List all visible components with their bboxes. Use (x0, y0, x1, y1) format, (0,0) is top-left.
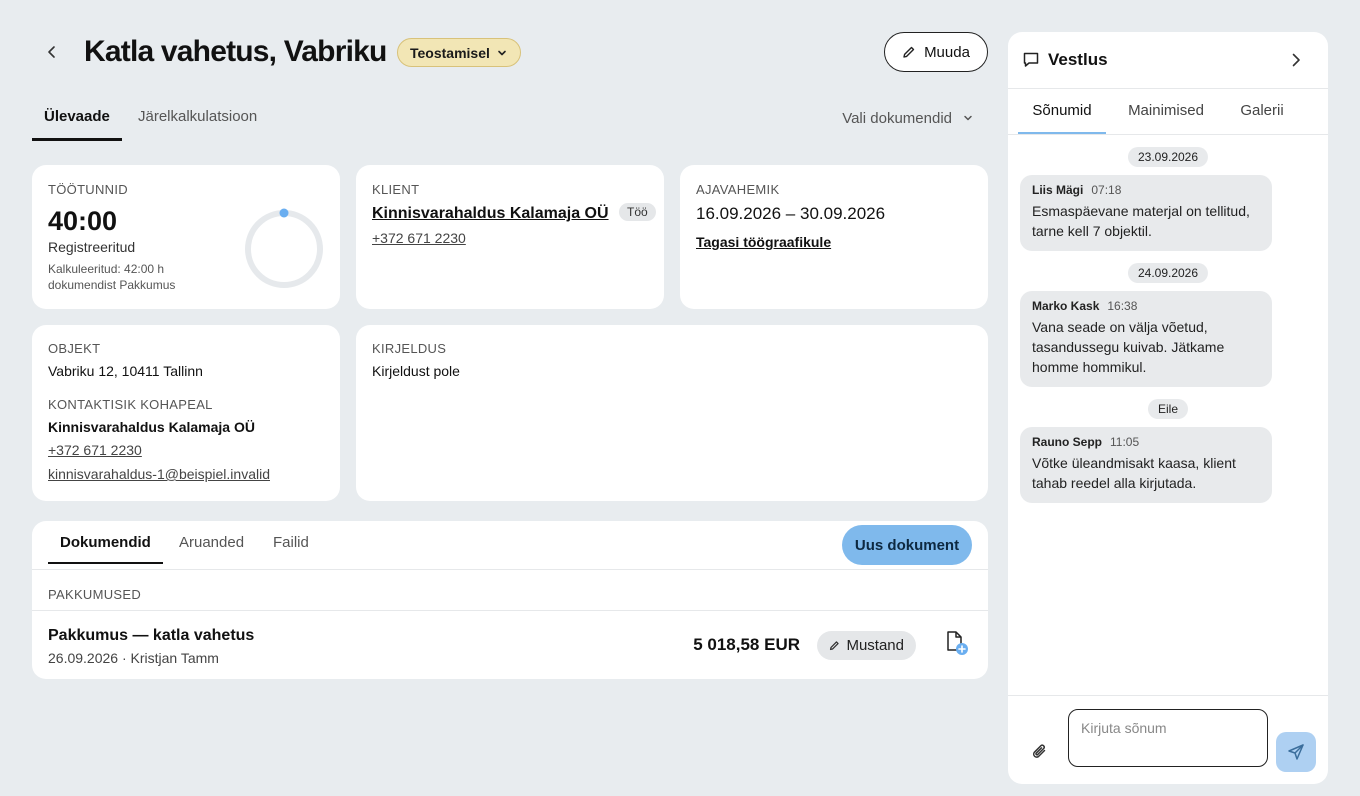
date-separator: Eile (1147, 399, 1189, 419)
document-status-label: Mustand (846, 637, 904, 654)
contact-email-link[interactable]: kinnisvarahaldus-1@beispiel.invalid (48, 466, 270, 482)
chat-title: Vestlus (1048, 50, 1108, 69)
quotes-section-label: Pakkumused (48, 587, 142, 602)
client-name-link[interactable]: Kinnisvarahaldus Kalamaja OÜ (372, 205, 609, 222)
chevron-down-icon (964, 115, 972, 121)
contact-name: Kinnisvarahaldus Kalamaja OÜ (48, 419, 255, 435)
chat-tabs: Sõnumid Mainimised Galerii (1008, 89, 1328, 135)
message-author: Liis Mägi (1032, 183, 1084, 197)
object-address: Vabriku 12, 10411 Tallinn (48, 363, 203, 379)
tab-post-calculation[interactable]: Järelkalkulatsioon (138, 96, 257, 140)
object-label: Objekt (48, 341, 101, 356)
pencil-icon (903, 46, 915, 58)
add-file-icon[interactable] (942, 629, 970, 657)
chevron-down-icon (498, 50, 506, 55)
chat-message: Liis Mägi 07:18 Esmaspäevane materjal on … (1020, 175, 1272, 251)
message-time: 11:05 (1110, 435, 1140, 449)
send-icon (1288, 744, 1304, 760)
edit-button[interactable]: Muuda (884, 32, 988, 72)
date-separator: 23.09.2026 (1127, 147, 1209, 167)
hours-calculated: Kalkuleeritud: 42:00 h (48, 262, 165, 276)
back-button[interactable] (40, 40, 64, 64)
documents-card: Dokumendid Aruanded Failid Uus dokument … (32, 521, 988, 679)
status-label: Teostamisel (410, 44, 490, 61)
hours-progress-ring (245, 208, 323, 288)
chevron-left-icon (48, 46, 55, 58)
chevron-right-icon[interactable] (1286, 50, 1306, 70)
period-label: Ajavahemik (696, 182, 780, 197)
chat-header: Vestlus (1008, 32, 1328, 89)
tab-files[interactable]: Failid (273, 521, 309, 564)
page-title: Katla vahetus, Vabriku (84, 35, 387, 68)
tab-gallery[interactable]: Galerii (1230, 89, 1294, 134)
divider (32, 569, 988, 570)
client-phone-link[interactable]: +372 671 2230 (372, 230, 466, 246)
back-to-schedule-link[interactable]: Tagasi töögraafikule (696, 234, 831, 250)
pencil-icon (830, 641, 840, 651)
hours-card: Töötunnid 40:00 Registreeritud Kalkuleer… (32, 165, 340, 309)
chat-bubble-icon (1023, 52, 1039, 67)
active-tab-underline (32, 139, 122, 141)
main-tabs: Ülevaade Järelkalkulatsioon Vali dokumen… (32, 96, 988, 140)
page-header: Katla vahetus, Vabriku Teostamisel Muuda (32, 32, 988, 72)
tab-messages[interactable]: Sõnumid (1018, 89, 1106, 134)
paperclip-icon[interactable] (1030, 742, 1050, 762)
chat-panel: Vestlus Sõnumid Mainimised Galerii 23.09… (1008, 32, 1328, 784)
hours-source: dokumendist Pakkumus (48, 278, 176, 292)
document-name: Pakkumus — katla vahetus (48, 627, 255, 644)
message-time: 16:38 (1107, 299, 1138, 313)
document-row[interactable]: Pakkumus — katla vahetus 26.09.2026 · Kr… (32, 611, 988, 679)
chat-message: Marko Kask 16:38 Vana seade on välja võet… (1020, 291, 1272, 387)
message-text: Esmaspäevane materjal on tellitud, tarne… (1032, 203, 1250, 239)
contact-label: Kontaktisik kohapeal (48, 397, 213, 412)
edit-label: Muuda (924, 43, 970, 61)
hours-label: Töötunnid (48, 182, 128, 197)
object-card: Objekt Vabriku 12, 10411 Tallinn Kontakt… (32, 325, 340, 501)
tab-overview[interactable]: Ülevaade (32, 96, 122, 140)
message-composer (1008, 695, 1328, 784)
tab-mentions[interactable]: Mainimised (1120, 89, 1212, 134)
date-separator: 24.09.2026 (1127, 263, 1209, 283)
hours-value: 40:00 (48, 206, 118, 236)
document-select-label: Vali dokumendid (842, 109, 952, 127)
message-text: Võtke üleandmisakt kaasa, klient tahab r… (1032, 455, 1236, 491)
period-range: 16.09.2026 – 30.09.2026 (696, 204, 886, 223)
document-amount: 5 018,58 EUR (693, 635, 800, 654)
hours-caption: Registreeritud (48, 239, 136, 255)
tab-reports[interactable]: Aruanded (179, 521, 244, 564)
description-label: Kirjeldus (372, 341, 447, 356)
send-button[interactable] (1276, 732, 1316, 772)
chat-message: Rauno Sepp 11:05 Võtke üleandmisakt kaasa… (1020, 427, 1272, 503)
period-card: Ajavahemik 16.09.2026 – 30.09.2026 Tagas… (680, 165, 988, 309)
client-label: Klient (372, 182, 420, 197)
description-text: Kirjeldust pole (372, 363, 460, 379)
client-card: Klient Kinnisvarahaldus Kalamaja OÜ Töö … (356, 165, 664, 309)
new-document-button[interactable]: Uus dokument (842, 525, 972, 565)
description-card: Kirjeldus Kirjeldust pole (356, 325, 988, 501)
message-author: Marko Kask (1032, 299, 1100, 313)
client-type-badge: Töö (618, 203, 656, 221)
document-status-badge: Mustand (817, 631, 916, 660)
document-select[interactable]: Vali dokumendid (842, 96, 974, 140)
document-meta: 26.09.2026 · Kristjan Tamm (48, 650, 219, 666)
message-input[interactable] (1068, 709, 1268, 767)
message-text: Vana seade on välja võetud, tasandussegu… (1032, 319, 1225, 375)
status-dropdown[interactable]: Teostamisel (397, 38, 521, 67)
tab-documents[interactable]: Dokumendid (48, 521, 163, 564)
hours-progress-indicator (279, 208, 289, 218)
message-time: 07:18 (1091, 183, 1122, 197)
contact-phone-link[interactable]: +372 671 2230 (48, 442, 142, 458)
message-author: Rauno Sepp (1032, 435, 1103, 449)
